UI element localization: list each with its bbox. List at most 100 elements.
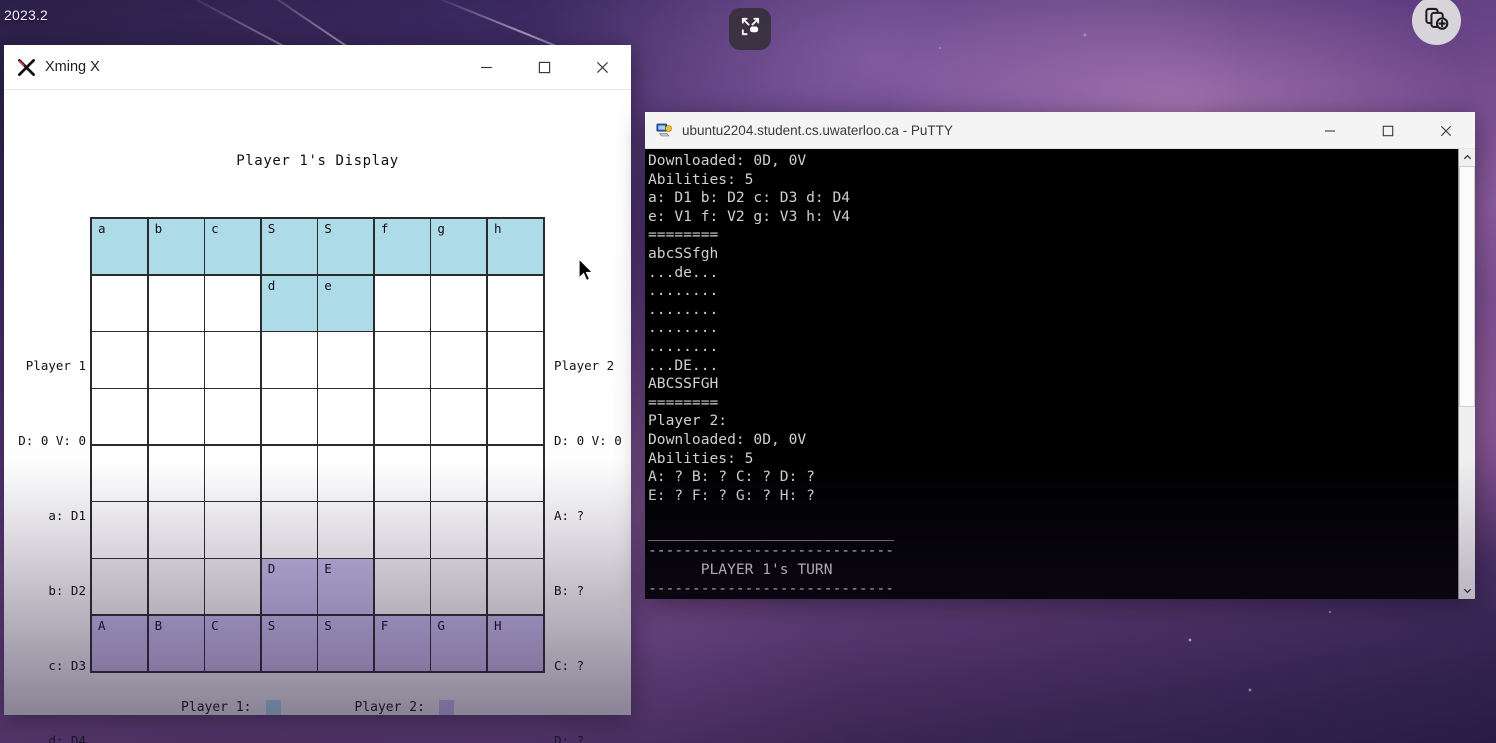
board-cell-r2c7[interactable] [431, 275, 487, 331]
putty-close-button[interactable] [1417, 112, 1475, 149]
xming-maximize-button[interactable] [515, 45, 573, 89]
board-cell-r4c2[interactable] [148, 389, 204, 445]
add-to-clipboard-button[interactable] [1412, 0, 1461, 45]
board-cell-r4c3[interactable] [205, 389, 261, 445]
board-cell-r1c2[interactable]: b [148, 219, 204, 275]
board-cell-r4c5[interactable] [318, 389, 374, 445]
xming-close-button[interactable] [573, 45, 631, 89]
board-cell-r1c5[interactable]: S [318, 219, 374, 275]
player1-ability: d: D4 [48, 733, 86, 743]
board-cell-r6c1[interactable] [92, 502, 148, 558]
display-title: Player 1's Display [236, 153, 399, 169]
xming-titlebar[interactable]: Xming X [4, 45, 631, 90]
board-cell-r6c3[interactable] [205, 502, 261, 558]
board-cell-r5c6[interactable] [374, 445, 430, 501]
xming-window[interactable]: Xming X Player 1's Display Player 1 D: 0… [4, 45, 631, 743]
player2-ability: A: ? [554, 508, 585, 523]
board-cell-r8c8[interactable]: H [487, 615, 543, 671]
board-cell-r4c6[interactable] [374, 389, 430, 445]
board-cell-r6c8[interactable] [487, 502, 543, 558]
board-cell-r7c3[interactable] [205, 559, 261, 615]
putty-title: ubuntu2204.student.cs.uwaterloo.ca - PuT… [682, 122, 953, 138]
board-cell-r5c7[interactable] [431, 445, 487, 501]
putty-minimize-button[interactable] [1301, 112, 1359, 149]
board-cell-r7c2[interactable] [148, 559, 204, 615]
board-cell-r8c1[interactable]: A [92, 615, 148, 671]
board-cell-r3c1[interactable] [92, 332, 148, 388]
board-cell-r6c4[interactable] [261, 502, 317, 558]
desktop-version-label: 2023.2 [4, 7, 49, 23]
board-cell-r2c5[interactable]: e [318, 275, 374, 331]
board-cell-r8c5[interactable]: S [318, 615, 374, 671]
board-cell-r6c5[interactable] [318, 502, 374, 558]
xming-x-icon [17, 58, 36, 77]
board-cell-r7c5[interactable]: E [318, 559, 374, 615]
legend-player2: Player 2: [355, 700, 454, 715]
game-board[interactable]: abcSSfghdeDEABCSSFGH [90, 217, 545, 673]
putty-maximize-button[interactable] [1359, 112, 1417, 149]
board-cell-r5c5[interactable] [318, 445, 374, 501]
board-cell-r6c6[interactable] [374, 502, 430, 558]
board-cell-r3c3[interactable] [205, 332, 261, 388]
board-cell-r1c8[interactable]: h [487, 219, 543, 275]
legend-player2-label: Player 2: [354, 700, 425, 715]
putty-titlebar[interactable]: ubuntu2204.student.cs.uwaterloo.ca - PuT… [645, 112, 1475, 149]
board-cell-r7c1[interactable] [92, 559, 148, 615]
board-cell-r5c4[interactable] [261, 445, 317, 501]
terminal-scrollbar[interactable] [1458, 149, 1475, 599]
board-cell-r7c4[interactable]: D [261, 559, 317, 615]
board-cell-r1c6[interactable]: f [374, 219, 430, 275]
xming-client-area[interactable]: Player 1's Display Player 1 D: 0 V: 0 a:… [4, 90, 631, 743]
board-cell-r4c7[interactable] [431, 389, 487, 445]
board-cell-r4c8[interactable] [487, 389, 543, 445]
board-cell-r3c8[interactable] [487, 332, 543, 388]
terminal-output[interactable]: Downloaded: 0D, 0V Abilities: 5 a: D1 b:… [645, 149, 1458, 599]
board-cell-r2c3[interactable] [205, 275, 261, 331]
player1-name: Player 1 [25, 358, 86, 373]
board-cell-r8c6[interactable]: F [374, 615, 430, 671]
player1-panel: Player 1 D: 0 V: 0 a: D1 b: D2 c: D3 d: … [4, 303, 88, 743]
board-cell-r1c4[interactable]: S [261, 219, 317, 275]
board-cell-r8c2[interactable]: B [148, 615, 204, 671]
player1-ability: a: D1 [48, 508, 86, 523]
scrollbar-track[interactable] [1459, 166, 1475, 582]
board-cell-r6c2[interactable] [148, 502, 204, 558]
board-cell-r4c4[interactable] [261, 389, 317, 445]
board-cell-r1c1[interactable]: a [92, 219, 148, 275]
xming-minimize-button[interactable] [457, 45, 515, 89]
board-cell-r5c1[interactable] [92, 445, 148, 501]
legend-player1: Player 1: [181, 700, 281, 715]
board-cell-r8c3[interactable]: C [205, 615, 261, 671]
board-cell-r1c7[interactable]: g [431, 219, 487, 275]
board-cell-r3c4[interactable] [261, 332, 317, 388]
board-cell-r5c3[interactable] [205, 445, 261, 501]
board-cell-r2c1[interactable] [92, 275, 148, 331]
board-cell-r3c6[interactable] [374, 332, 430, 388]
board-cell-r6c7[interactable] [431, 502, 487, 558]
board-cell-r8c7[interactable]: G [431, 615, 487, 671]
board-cell-r3c2[interactable] [148, 332, 204, 388]
putty-window[interactable]: ubuntu2204.student.cs.uwaterloo.ca - PuT… [645, 112, 1475, 599]
player2-ability: B: ? [554, 583, 585, 598]
board-cell-r3c7[interactable] [431, 332, 487, 388]
board-cell-r7c6[interactable] [374, 559, 430, 615]
mouse-cursor [577, 257, 595, 288]
board-cell-r3c5[interactable] [318, 332, 374, 388]
board-cell-r2c8[interactable] [487, 275, 543, 331]
board-cell-r4c1[interactable] [92, 389, 148, 445]
picture-in-picture-button[interactable] [729, 8, 771, 50]
board-cell-r7c8[interactable] [487, 559, 543, 615]
board-cell-r5c8[interactable] [487, 445, 543, 501]
scrollbar-thumb[interactable] [1459, 166, 1475, 408]
board-cell-r2c2[interactable] [148, 275, 204, 331]
scroll-up-button[interactable] [1459, 149, 1475, 166]
board-cell-r8c4[interactable]: S [261, 615, 317, 671]
scroll-down-button[interactable] [1459, 582, 1475, 599]
board-cell-r7c7[interactable] [431, 559, 487, 615]
board-cell-r2c6[interactable] [374, 275, 430, 331]
player1-stats: D: 0 V: 0 [18, 433, 86, 448]
board-cell-r1c3[interactable]: c [205, 219, 261, 275]
board-cell-r5c2[interactable] [148, 445, 204, 501]
board-cell-r2c4[interactable]: d [261, 275, 317, 331]
putty-window-controls [1301, 112, 1475, 148]
